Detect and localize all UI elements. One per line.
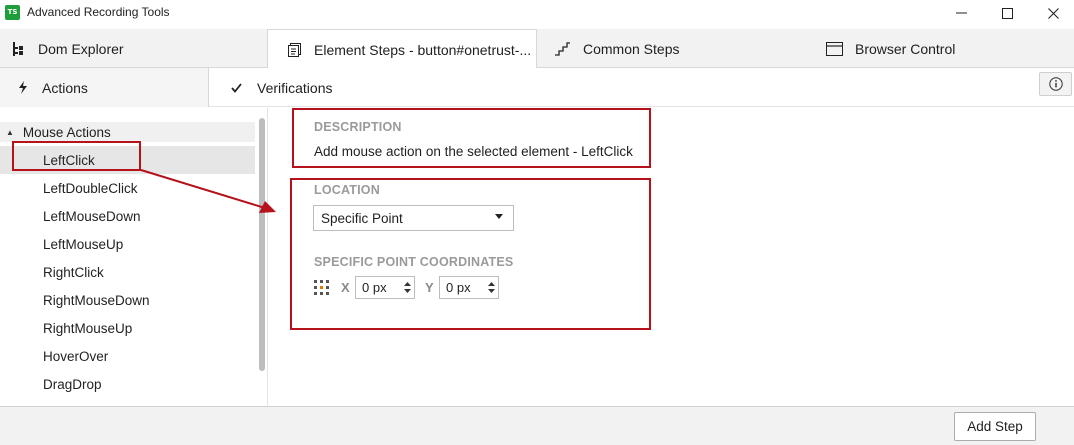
add-step-button[interactable]: Add Step bbox=[954, 412, 1036, 441]
footer-bar: Add Step bbox=[0, 406, 1074, 445]
annotation-arrow bbox=[140, 169, 276, 213]
